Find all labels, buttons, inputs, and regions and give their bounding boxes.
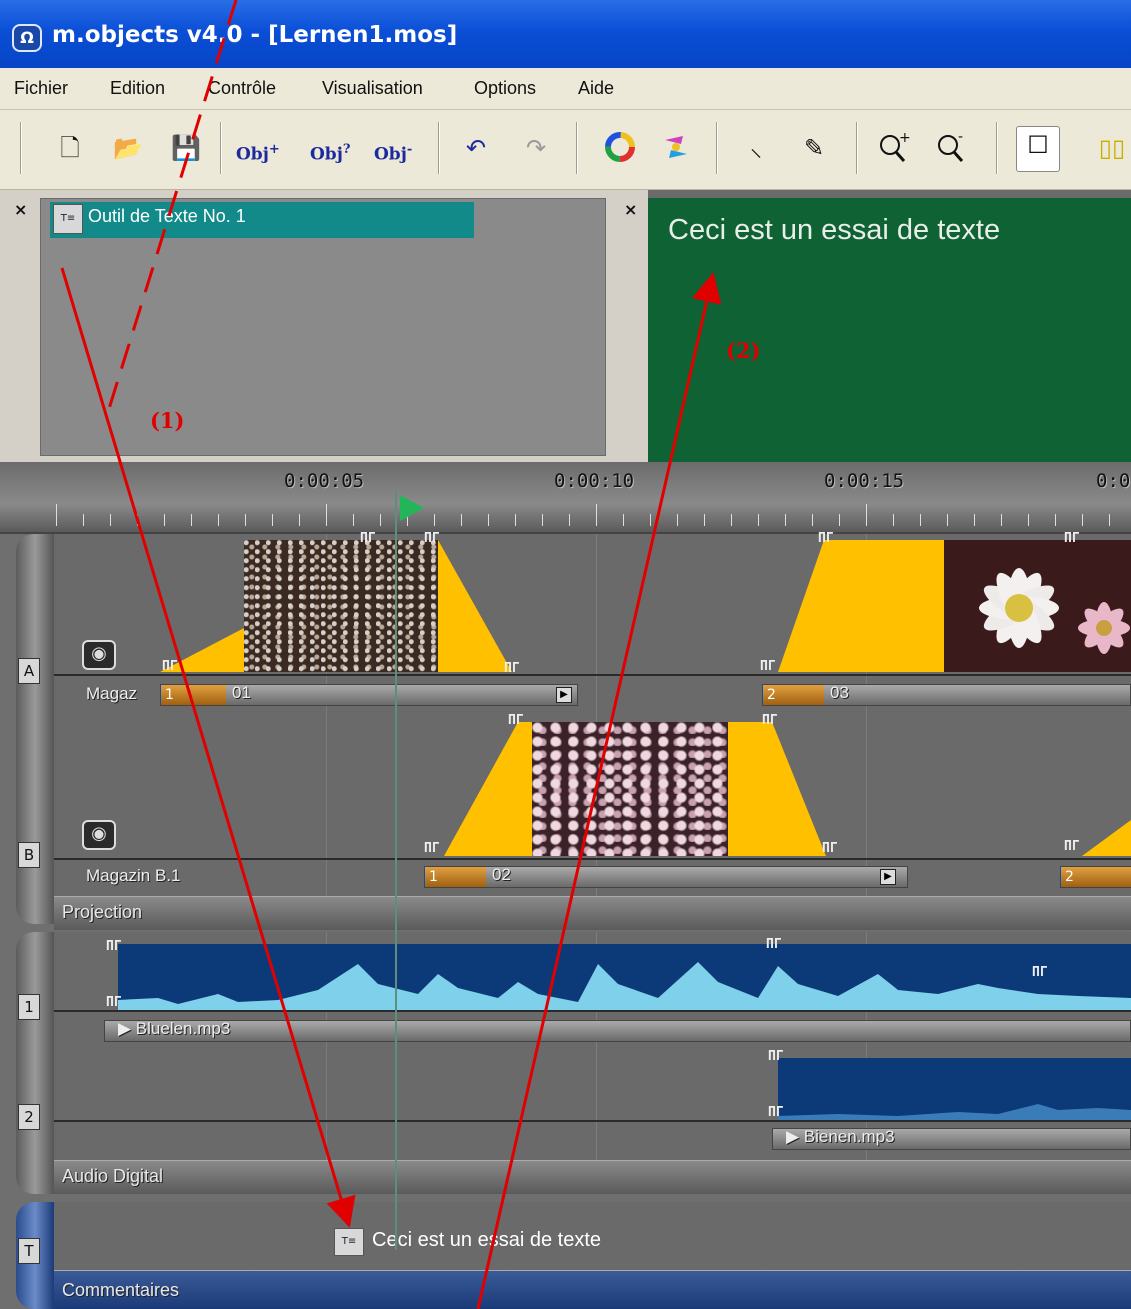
annotation-dashed-line xyxy=(106,0,238,413)
annotation-label-1: (1) xyxy=(150,408,185,433)
annotation-arrows xyxy=(60,0,722,1309)
annotation-arrow-2 xyxy=(476,272,722,1309)
annotation-arrow-1 xyxy=(60,267,356,1228)
annotation-label-2: (2) xyxy=(726,338,761,363)
